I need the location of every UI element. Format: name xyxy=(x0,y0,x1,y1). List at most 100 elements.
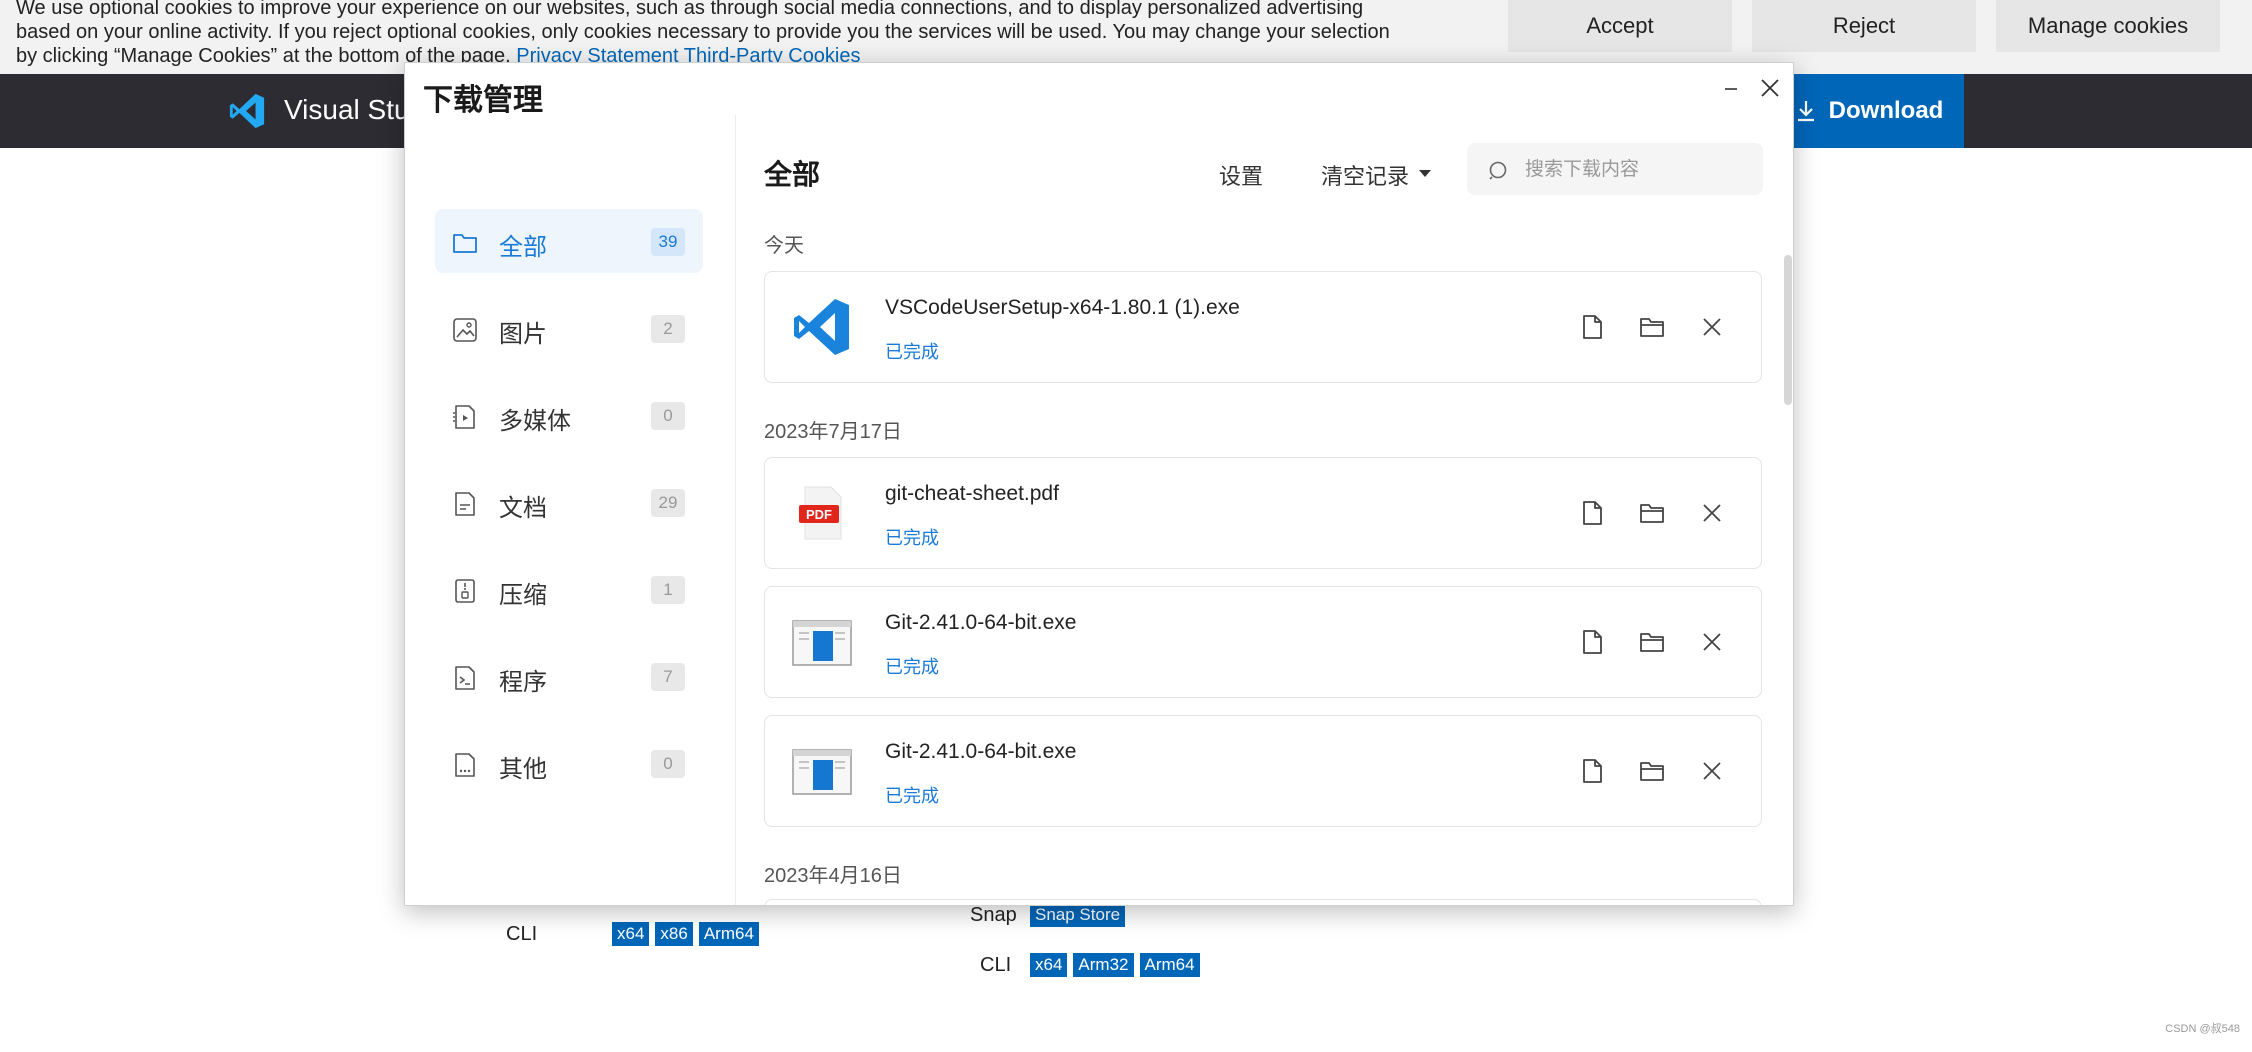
sidebar-item-label: 文档 xyxy=(499,495,547,522)
file-name[interactable]: Git-2.41.0-64-bit.exe xyxy=(885,611,1076,635)
open-folder-button[interactable] xyxy=(1637,756,1667,786)
list-scrollbar[interactable] xyxy=(1784,255,1792,405)
file-icon xyxy=(1583,501,1602,525)
download-list[interactable]: 今天 VSCodeUserSetup-x64-1.80.1 (1).exe 已完… xyxy=(736,205,1793,905)
cli-right-arm32-badge[interactable]: Arm32 xyxy=(1073,953,1134,977)
reject-cookies-button[interactable]: Reject xyxy=(1752,0,1976,52)
remove-item-button[interactable] xyxy=(1697,627,1727,657)
open-folder-button[interactable] xyxy=(1637,498,1667,528)
search-input[interactable] xyxy=(1523,151,1747,189)
download-status: 已完成 xyxy=(885,342,939,362)
close-icon xyxy=(1703,633,1721,651)
sidebar-item-documents[interactable]: 文档 29 xyxy=(435,470,703,534)
document-icon xyxy=(455,492,475,516)
download-item[interactable]: Git-2.41.0-64-bit.exe 已完成 xyxy=(764,715,1762,827)
download-button[interactable]: Download xyxy=(1774,74,1964,148)
snap-row: Snap Snap Store xyxy=(970,903,1131,927)
file-icon xyxy=(1583,630,1602,654)
open-folder-button[interactable] xyxy=(1637,627,1667,657)
close-dialog-icon[interactable] xyxy=(1757,75,1783,101)
dialog-title: 下载管理 xyxy=(423,84,543,117)
sidebar-item-programs[interactable]: 程序 7 xyxy=(435,644,703,708)
remove-item-button[interactable] xyxy=(1697,312,1727,342)
folder-icon xyxy=(1640,318,1664,337)
file-name[interactable]: git-cheat-sheet.pdf xyxy=(885,482,1059,506)
cli-x86-badge[interactable]: x86 xyxy=(655,922,693,946)
site-title[interactable]: Visual Stu xyxy=(284,94,410,126)
cli-right-row: CLI x64 Arm32 Arm64 xyxy=(980,953,1206,977)
download-icon xyxy=(1797,101,1814,122)
pdf-icon: PDF xyxy=(799,486,842,540)
file-icon xyxy=(1583,315,1602,339)
open-folder-button[interactable] xyxy=(1637,312,1667,342)
date-group-label: 2023年4月16日 xyxy=(764,865,902,887)
caret-down-icon[interactable] xyxy=(1419,170,1431,177)
file-name[interactable]: VSCodeUserSetup-x64-1.80.1 (1).exe xyxy=(885,296,1240,320)
minimize-icon[interactable] xyxy=(1721,79,1741,99)
folder-icon xyxy=(1640,633,1664,652)
sidebar-item-all[interactable]: 全部 39 xyxy=(435,209,703,273)
cli-arm64-badge[interactable]: Arm64 xyxy=(698,922,759,946)
settings-button[interactable]: 设置 xyxy=(1219,159,1263,191)
program-icon xyxy=(455,666,475,690)
open-file-button[interactable] xyxy=(1577,498,1607,528)
sidebar-item-label: 全部 xyxy=(499,234,547,261)
folder-icon xyxy=(453,234,477,253)
sidebar-item-count: 29 xyxy=(651,489,685,517)
sidebar-item-other[interactable]: 其他 0 xyxy=(435,731,703,795)
remove-item-button[interactable] xyxy=(1697,498,1727,528)
clear-history-button[interactable]: 清空记录 xyxy=(1321,159,1409,191)
sidebar-item-count: 2 xyxy=(651,315,685,343)
download-item[interactable]: VSCodeUserSetup-x64-1.80.1 (1).exe 已完成 xyxy=(764,271,1762,383)
cli-right-arm64-badge[interactable]: Arm64 xyxy=(1139,953,1200,977)
vscode-logo-icon[interactable] xyxy=(228,92,266,130)
open-file-button[interactable] xyxy=(1577,312,1607,342)
file-name[interactable]: Git-2.41.0-64-bit.exe xyxy=(885,740,1076,764)
download-item[interactable]: Git-2.41.0-64-bit.exe 已完成 xyxy=(764,586,1762,698)
svg-text:PDF: PDF xyxy=(806,507,832,522)
category-sidebar: 全部 39 图片 2 多媒体 0 文档 29 压缩 1 程序 7 其他 0 xyxy=(405,115,736,905)
download-list-panel: 全部 设置 清空记录 今天 VSCodeUserSetup-x64-1.80.1… xyxy=(736,115,1793,905)
open-file-button[interactable] xyxy=(1577,756,1607,786)
vscode-icon xyxy=(794,299,849,355)
download-item[interactable]: PDF git-cheat-sheet.pdf 已完成 xyxy=(764,457,1762,569)
cli-x64-badge[interactable]: x64 xyxy=(612,922,650,946)
watermark: CSDN @叔548 xyxy=(2165,1023,2240,1035)
search-box[interactable] xyxy=(1467,143,1763,195)
download-status: 已完成 xyxy=(885,657,939,677)
close-icon xyxy=(1703,762,1721,780)
manage-cookies-button[interactable]: Manage cookies xyxy=(1996,0,2220,52)
sidebar-item-images[interactable]: 图片 2 xyxy=(435,296,703,360)
sidebar-item-label: 其他 xyxy=(499,756,547,783)
cli-left-label: CLI xyxy=(506,922,538,945)
search-icon xyxy=(1489,161,1507,180)
download-item[interactable] xyxy=(764,899,1762,905)
cookie-text: We use optional cookies to improve your … xyxy=(16,0,1416,68)
date-group-label: 2023年7月17日 xyxy=(764,421,902,443)
sidebar-item-label: 图片 xyxy=(499,321,547,348)
accept-cookies-button[interactable]: Accept xyxy=(1508,0,1732,52)
sidebar-item-label: 程序 xyxy=(499,669,547,696)
download-manager-dialog: 下载管理 全部 39 图片 2 多媒体 0 文档 29 压缩 1 程序 7 其他… xyxy=(404,62,1794,906)
folder-icon xyxy=(1640,504,1664,523)
cli-right-x64-badge[interactable]: x64 xyxy=(1030,953,1068,977)
sidebar-item-label: 压缩 xyxy=(499,582,547,609)
installer-icon xyxy=(792,620,852,666)
snap-store-badge[interactable]: Snap Store xyxy=(1030,903,1126,927)
sidebar-item-count: 0 xyxy=(651,402,685,430)
sidebar-item-count: 1 xyxy=(651,576,685,604)
snap-label: Snap xyxy=(970,903,1017,926)
remove-item-button[interactable] xyxy=(1697,756,1727,786)
cli-right-label: CLI xyxy=(980,953,1012,976)
image-icon xyxy=(453,318,477,342)
sidebar-item-count: 7 xyxy=(651,663,685,691)
media-icon xyxy=(453,405,475,429)
sidebar-item-archives[interactable]: 压缩 1 xyxy=(435,557,703,621)
download-label: Download xyxy=(1828,97,1944,124)
open-file-button[interactable] xyxy=(1577,627,1607,657)
download-status: 已完成 xyxy=(885,786,939,806)
cli-left-row: CLI x64 x86 Arm64 xyxy=(506,922,765,946)
installer-icon xyxy=(792,749,852,795)
sidebar-item-media[interactable]: 多媒体 0 xyxy=(435,383,703,447)
date-group-label: 今天 xyxy=(764,235,804,257)
